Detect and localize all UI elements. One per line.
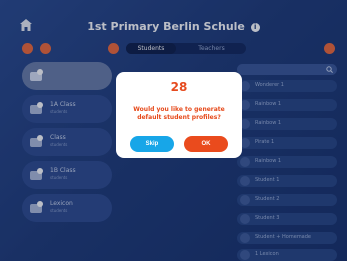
generate-profiles-dialog: 28 Would you like to generate default st…	[116, 72, 242, 158]
skip-button[interactable]: Skip	[130, 136, 174, 152]
student-count: 28	[170, 80, 188, 94]
dialog-message: Would you like to generate default stude…	[133, 106, 225, 121]
ok-button[interactable]: OK	[184, 136, 228, 152]
app-screen: 1st Primary Berlin Schule i Students Tea…	[0, 0, 347, 261]
